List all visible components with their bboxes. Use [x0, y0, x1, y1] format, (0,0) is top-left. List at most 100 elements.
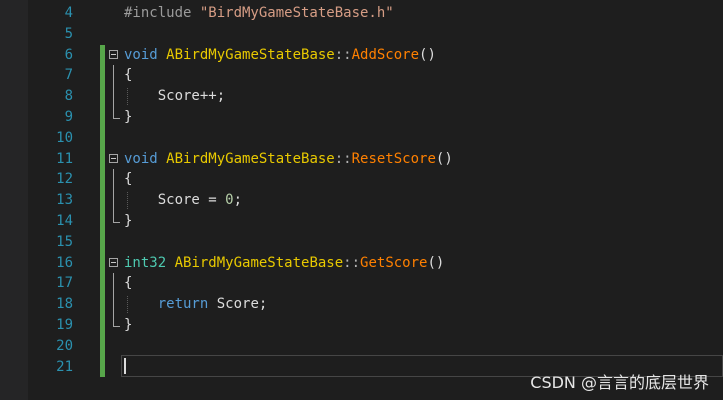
fold-guide	[113, 190, 114, 211]
code-editor[interactable]: 4 #include "BirdMyGameStateBase.h" 5 6 void …	[0, 0, 723, 400]
code-text: {	[124, 273, 132, 294]
code-token: return	[157, 296, 209, 313]
code-text: int32 ABirdMyGameStateBase::GetScore()	[124, 253, 444, 274]
change-indicator	[100, 190, 105, 211]
code-text: #include "BirdMyGameStateBase.h"	[124, 3, 394, 24]
change-indicator	[100, 127, 105, 149]
code-token: AddScore	[351, 46, 420, 63]
fold-guide	[113, 65, 114, 87]
code-line[interactable]: 7{	[0, 65, 723, 87]
code-line[interactable]: 12 {	[0, 169, 723, 191]
line-number: 6	[64, 46, 73, 63]
line-number: 12	[56, 171, 73, 188]
code-text: void ABirdMyGameStateBase::AddScore()	[124, 45, 436, 66]
line-number: 18	[56, 296, 73, 313]
fold-guide	[113, 273, 114, 295]
line-number: 5	[64, 25, 73, 42]
line-number: 10	[56, 129, 73, 146]
code-token: #include	[124, 5, 200, 21]
code-text: Score++;	[124, 86, 225, 107]
fold-guide	[113, 294, 114, 315]
code-token: 0	[225, 192, 234, 209]
change-indicator	[100, 86, 105, 107]
code-token: ResetScore	[351, 150, 436, 167]
code-token: ;	[233, 192, 243, 209]
code-token: Score;	[208, 296, 268, 313]
change-indicator	[100, 335, 105, 357]
collapse-icon[interactable]	[109, 257, 118, 267]
code-token: Score++;	[124, 88, 226, 105]
code-line[interactable]: 16 int32 ABirdMyGameStateBase::GetScore()	[0, 252, 723, 274]
change-indicator	[100, 294, 105, 315]
text-caret	[124, 358, 126, 374]
code-token: ABirdMyGameStateBase	[174, 254, 344, 271]
code-line[interactable]: 11 void ABirdMyGameStateBase::ResetScore(…	[0, 148, 723, 170]
code-token: ABirdMyGameStateBase	[166, 46, 335, 63]
change-indicator	[100, 273, 105, 295]
collapse-icon[interactable]	[109, 153, 118, 163]
code-token: ()	[427, 254, 445, 271]
fold-end-guide	[113, 107, 120, 119]
change-indicator	[100, 356, 105, 378]
code-line[interactable]: 9}	[0, 107, 723, 128]
code-token: }	[124, 213, 133, 229]
code-token: void	[124, 150, 158, 167]
code-line[interactable]: 13 Score = 0;	[0, 190, 723, 211]
change-indicator	[100, 107, 105, 128]
code-text: void ABirdMyGameStateBase::ResetScore()	[124, 149, 453, 170]
code-text: }	[124, 211, 132, 232]
code-token: "BirdMyGameStateBase.h"	[199, 5, 394, 21]
code-token: }	[124, 317, 133, 333]
code-token: Score =	[124, 192, 226, 209]
code-text: {	[124, 169, 132, 190]
line-number: 15	[56, 233, 73, 250]
code-token: ::	[334, 150, 352, 167]
code-token: int32	[124, 254, 167, 271]
code-line[interactable]: 4 #include "BirdMyGameStateBase.h"	[0, 3, 723, 24]
change-indicator	[100, 148, 105, 170]
code-line[interactable]: 15	[0, 231, 723, 253]
code-line[interactable]: 19}	[0, 315, 723, 336]
code-line[interactable]: 5	[0, 24, 723, 45]
change-indicator	[100, 252, 105, 274]
code-text: }	[124, 315, 132, 336]
line-number: 20	[56, 337, 73, 354]
code-token: GetScore	[360, 254, 428, 271]
change-indicator	[100, 65, 105, 87]
code-line[interactable]: 20	[0, 335, 723, 357]
code-line[interactable]: 10	[0, 127, 723, 149]
change-indicator	[100, 169, 105, 191]
change-indicator	[100, 211, 105, 232]
line-number: 11	[56, 150, 73, 167]
code-line[interactable]: 6 void ABirdMyGameStateBase::AddScore()	[0, 44, 723, 66]
code-token: ABirdMyGameStateBase	[166, 150, 335, 167]
code-line[interactable]: 8 Score++;	[0, 86, 723, 107]
code-line[interactable]: 17 {	[0, 273, 723, 295]
line-number: 17	[56, 275, 73, 292]
code-text: }	[124, 107, 132, 128]
change-indicator	[100, 315, 105, 336]
code-token: {	[124, 275, 133, 292]
code-token: {	[124, 67, 133, 84]
collapse-icon[interactable]	[109, 49, 118, 59]
line-number: 16	[56, 254, 73, 271]
code-token: void	[124, 46, 158, 63]
line-number: 13	[56, 192, 73, 209]
change-indicator	[100, 231, 105, 253]
code-text: Score = 0;	[124, 190, 242, 211]
line-number: 4	[64, 5, 73, 21]
change-indicator	[100, 44, 105, 66]
code-token: ::	[343, 254, 361, 271]
code-line[interactable]: 14}	[0, 211, 723, 232]
code-token: ::	[334, 46, 352, 63]
code-line[interactable]: 18 return Score;	[0, 294, 723, 315]
line-number: 8	[64, 88, 73, 105]
line-number: 7	[64, 67, 73, 84]
code-token: ()	[419, 46, 436, 63]
watermark: CSDN @言言的底层世界	[530, 373, 709, 392]
fold-guide	[113, 169, 114, 191]
